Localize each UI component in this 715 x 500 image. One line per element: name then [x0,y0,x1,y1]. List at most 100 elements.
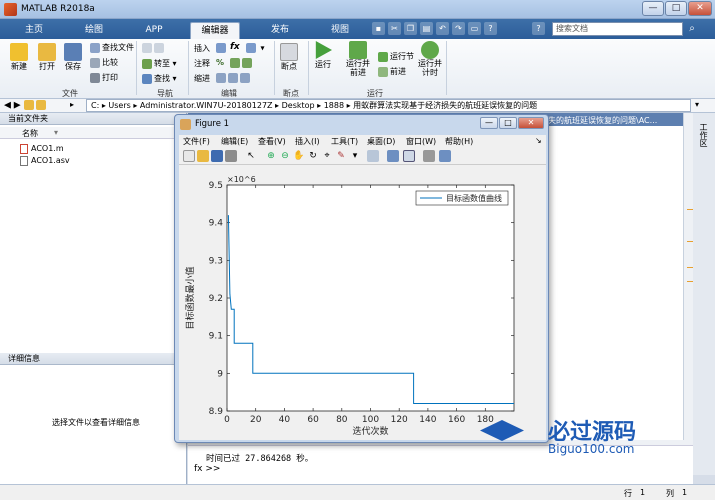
zoom-in-icon[interactable]: ⊕ [265,150,277,162]
tab-view[interactable]: 视图 [318,22,362,39]
tab-home[interactable]: 主页 [14,22,54,39]
menu-dock-icon[interactable]: ↘ [535,136,542,145]
path-dropdown-icon[interactable]: ▾ [695,100,699,109]
current-folder-path[interactable]: C: ▸ Users ▸ Administrator.WIN7U-2018012… [86,99,691,112]
y-axis-label: 目标函数最小值 [184,266,196,329]
tab-editor[interactable]: 编辑器 [190,22,240,39]
cut-quick-icon[interactable]: ✂ [388,22,401,35]
find-files-button[interactable]: 查找文件 [90,42,134,53]
menu-tools[interactable]: 工具(T) [331,136,358,147]
goto-button[interactable]: 转至 ▾ [142,58,177,69]
figure-maximize-button[interactable]: □ [499,117,517,129]
path-root-icon[interactable]: ▸ [70,100,74,109]
run-button[interactable]: 运行 [314,41,332,70]
print-button[interactable]: 打印 [90,72,118,83]
line-chart[interactable]: 8.9 9 9.1 9.2 9.3 9.4 9.5 0 20 40 60 80 100 120 140 160… [179,165,546,440]
fx-button[interactable]: fx [230,42,240,52]
zoom-out-icon[interactable]: ⊖ [279,150,291,162]
nav-arrows[interactable]: ◀ ▶ [4,100,48,111]
maximize-button[interactable]: □ [665,1,687,16]
divider [136,41,137,95]
section-edit: 编辑 [221,89,237,98]
show-plot-tools-icon[interactable] [439,150,451,162]
watermark: 必过源码 Biguo100.com [480,412,670,462]
watermark-url: Biguo100.com [548,442,635,456]
menu-insert[interactable]: 插入(I) [295,136,320,147]
back-nav-icons[interactable] [142,43,166,53]
comment-button[interactable]: 注释 [194,58,210,69]
insert-section-icon[interactable] [216,43,228,53]
menu-window[interactable]: 窗口(W) [406,136,436,147]
workspace-panel[interactable]: 工作区 [693,113,715,475]
editor-tab[interactable]: 失的航班延误恢复的问题\AC... [548,115,657,126]
section-nav: 导航 [157,89,173,98]
new-button[interactable]: 新建 [10,43,28,72]
run-section-button[interactable]: 运行节 [378,51,414,62]
command-prompt[interactable]: fx >> [194,464,220,474]
file-item[interactable]: ACO1.asv [20,155,70,166]
help-icon[interactable]: ? [532,22,545,35]
menu-view[interactable]: 查看(V) [258,136,286,147]
paste-quick-icon[interactable]: ▤ [420,22,433,35]
advance-button[interactable]: 前进 [378,66,406,77]
help-quick-icon[interactable]: ? [484,22,497,35]
column-name[interactable]: 名称 [22,128,38,139]
sort-icon[interactable]: ▾ [54,128,58,137]
find-button[interactable]: 查找 ▾ [142,73,177,84]
figure-window[interactable]: Figure 1 — □ ✕ 文件(F) 编辑(E) 查看(V) 插入(I) 工… [174,114,549,443]
menu-desktop[interactable]: 桌面(D) [367,136,395,147]
new-figure-icon[interactable] [183,150,195,162]
open-button[interactable]: 打开 [38,43,56,72]
menu-file[interactable]: 文件(F) [183,136,210,147]
indent-icons[interactable] [216,73,252,83]
menu-edit[interactable]: 编辑(E) [221,136,248,147]
switch-window-icon[interactable]: ▭ [468,22,481,35]
undo-quick-icon[interactable]: ↶ [436,22,449,35]
legend-icon[interactable] [403,150,415,162]
pan-icon[interactable]: ✋ [293,150,305,162]
run-and-advance-button[interactable]: 运行并 前进 [346,41,370,77]
x-tick-label: 40 [279,415,291,425]
tab-plots[interactable]: 绘图 [72,22,116,39]
comment-wrap-icon[interactable] [230,58,254,68]
data-cursor-icon[interactable]: ⌖ [321,150,333,162]
editor-scrollbar[interactable] [683,113,693,475]
print-figure-icon[interactable] [225,150,237,162]
compare-button[interactable]: 比较 [90,57,118,68]
section-run: 运行 [367,89,383,98]
link-plot-icon[interactable] [367,150,379,162]
indent-button[interactable]: 缩进 [194,73,210,84]
y-tick-label: 9.1 [209,332,223,342]
save-button[interactable]: 保存 [64,43,82,72]
tab-publish[interactable]: 发布 [258,22,302,39]
breakpoints-button[interactable]: 断点 [280,43,298,72]
close-button[interactable]: ✕ [688,1,712,16]
section-file: 文件 [62,89,78,98]
open-file-icon[interactable] [197,150,209,162]
rotate-icon[interactable]: ↻ [307,150,319,162]
figure-minimize-button[interactable]: — [480,117,498,129]
search-icon[interactable]: ⌕ [685,22,699,36]
brush-icon[interactable]: ✎ [335,150,347,162]
redo-quick-icon[interactable]: ↷ [452,22,465,35]
minimize-button[interactable]: — [642,1,664,16]
menu-help[interactable]: 帮助(H) [445,136,473,147]
hide-plot-tools-icon[interactable] [423,150,435,162]
figure-close-button[interactable]: ✕ [518,117,544,129]
pointer-icon[interactable]: ↖ [245,150,257,162]
tab-apps[interactable]: APP [132,22,176,39]
colorbar-icon[interactable] [387,150,399,162]
comment-percent-button[interactable]: % [216,58,224,67]
figure-icon [180,119,191,130]
search-docs-input[interactable]: 搜索文档 [552,22,683,36]
copy-quick-icon[interactable]: ❐ [404,22,417,35]
x-tick-label: 160 [448,415,465,425]
brush-dropdown-icon[interactable]: ▾ [349,150,361,162]
file-item[interactable]: ACO1.m [20,143,64,154]
save-figure-icon[interactable] [211,150,223,162]
run-and-time-button[interactable]: 运行并 计时 [418,41,442,77]
insert-button[interactable]: 插入 [194,43,210,54]
insert-fx-icon[interactable]: ▾ [246,43,265,53]
save-quick-icon[interactable]: ▪ [372,22,385,35]
y-tick-label: 9 [217,369,223,379]
